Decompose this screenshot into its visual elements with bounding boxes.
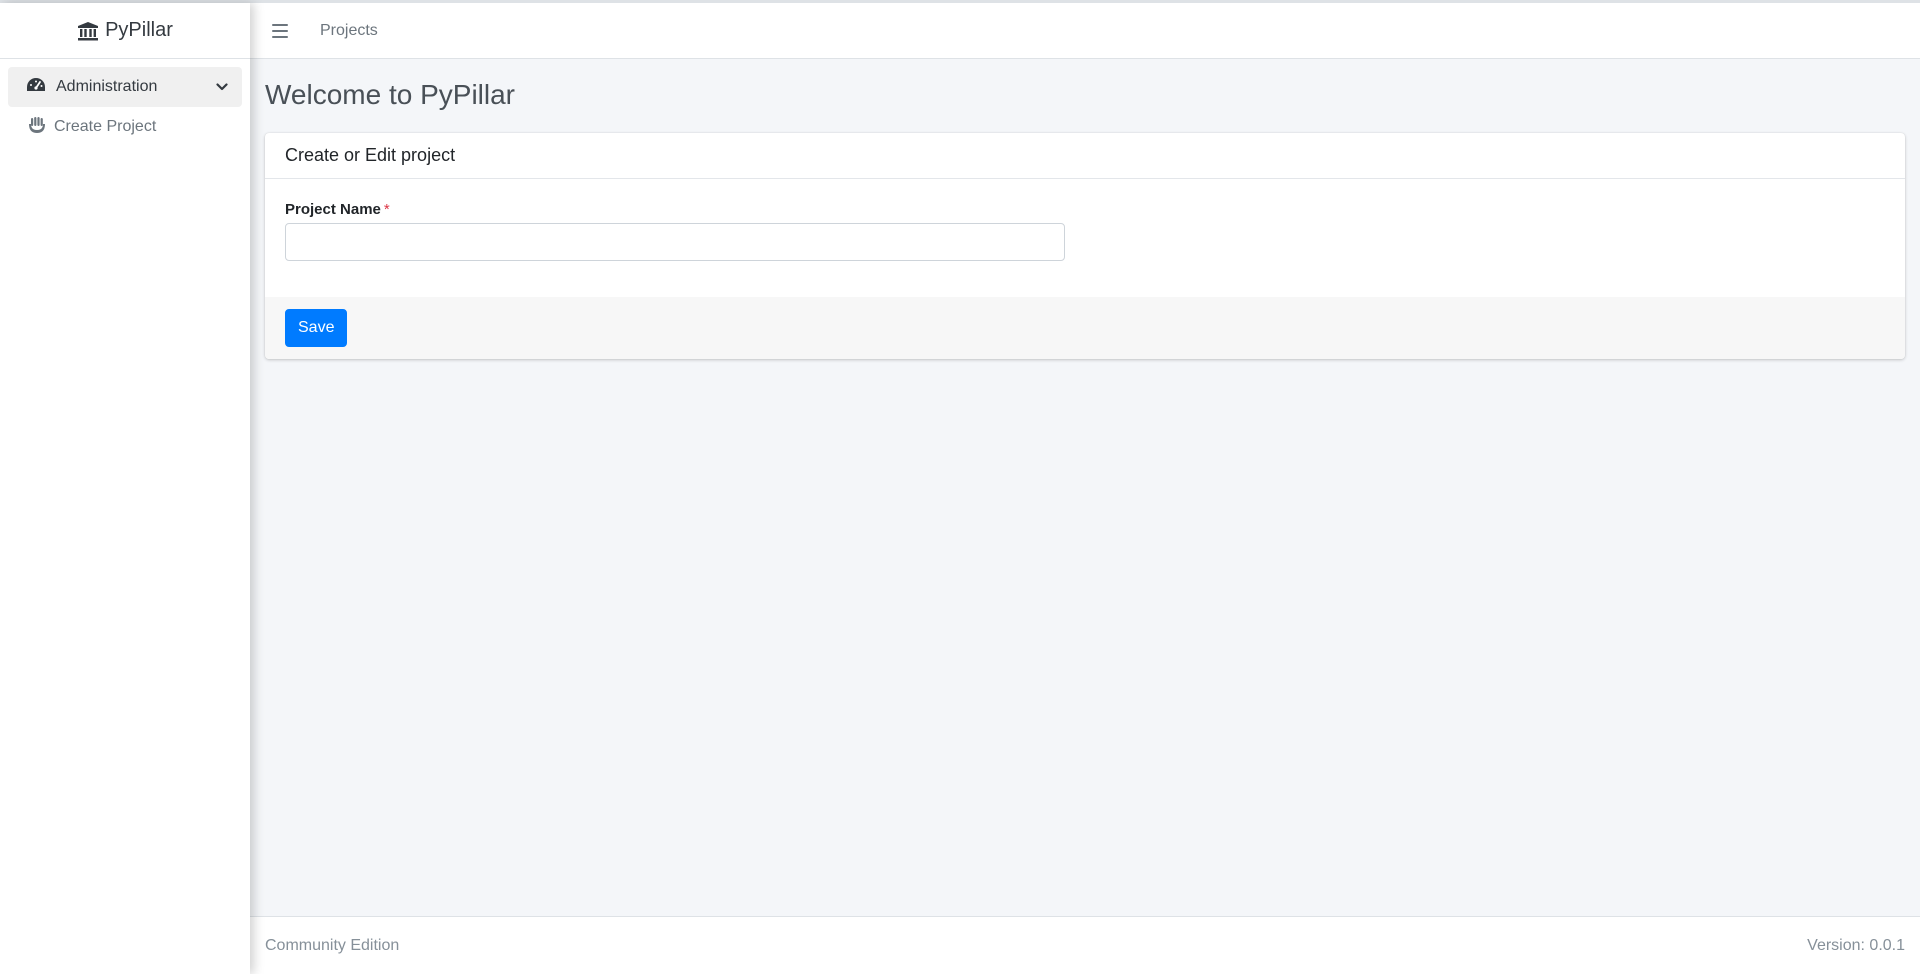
- sidebar-item-label: Create Project: [54, 118, 157, 135]
- main-area: Projects Welcome to PyPillar Create or E…: [250, 3, 1920, 974]
- project-name-input[interactable]: [285, 223, 1065, 261]
- version-text: Version: 0.0.1: [1807, 936, 1905, 954]
- chevron-down-icon: [216, 78, 228, 96]
- project-form-card: Create or Edit project Project Name * Sav…: [265, 133, 1905, 359]
- card-title: Create or Edit project: [265, 133, 1905, 179]
- tachometer-icon: [26, 77, 46, 98]
- nav-link-projects[interactable]: Projects: [320, 22, 378, 40]
- sidebar-item-administration[interactable]: Administration: [8, 67, 242, 107]
- project-name-label: Project Name *: [285, 201, 1885, 218]
- page-footer: Community Edition Version: 0.0.1: [250, 916, 1920, 974]
- card-footer: Save: [265, 297, 1905, 359]
- top-navbar: Projects: [250, 3, 1920, 59]
- save-button[interactable]: Save: [285, 309, 348, 347]
- hand-icon: [28, 116, 46, 139]
- sidebar-nav: Administration Create Project: [0, 59, 250, 147]
- brand-link[interactable]: PyPillar: [0, 3, 250, 59]
- required-marker: *: [383, 201, 390, 218]
- sidebar: PyPillar Administration Create Project: [0, 3, 250, 974]
- content: Welcome to PyPillar Create or Edit proje…: [250, 59, 1920, 359]
- brand-name: PyPillar: [105, 19, 173, 41]
- sidebar-item-create-project[interactable]: Create Project: [8, 107, 242, 147]
- card-body: Project Name *: [265, 179, 1905, 297]
- project-name-label-text: Project Name: [285, 201, 381, 218]
- menu-toggle-icon[interactable]: [272, 23, 288, 38]
- page-title: Welcome to PyPillar: [265, 79, 516, 110]
- sidebar-item-label: Administration: [56, 78, 158, 95]
- edition-text: Community Edition: [265, 936, 400, 954]
- landmark-icon: [77, 21, 99, 41]
